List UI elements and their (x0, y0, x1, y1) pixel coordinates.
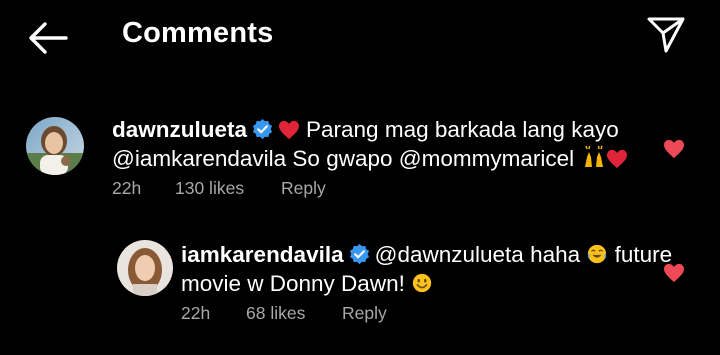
comment-time: 22h (181, 303, 211, 323)
red-heart-emoji-icon (279, 120, 300, 140)
avatar[interactable] (26, 117, 84, 175)
comment-likes[interactable]: 68 likes (246, 303, 305, 324)
verified-badge-icon (252, 118, 273, 140)
mention-link[interactable]: @dawnzulueta (375, 242, 524, 267)
comment-text-line: Parang mag barkada lang kayo (306, 117, 619, 142)
comment-body: dawnzulueta Parang mag barkada lang kayo … (112, 115, 628, 173)
comment-text-line: haha (530, 242, 581, 267)
avatar[interactable] (117, 240, 173, 296)
reply-button[interactable]: Reply (281, 178, 326, 199)
page-title: Comments (122, 17, 274, 49)
comment-likes[interactable]: 130 likes (175, 178, 244, 199)
red-heart-emoji-icon (607, 149, 628, 169)
tears-of-joy-emoji-icon (588, 244, 607, 264)
comment-body: iamkarendavila @dawnzulueta haha future m… (181, 240, 672, 298)
comment-text-line: movie w Donny Dawn! (181, 271, 405, 296)
raising-hands-emoji-icon (585, 145, 604, 167)
comment-text-line: @iamkarendavila So gwapo @mommymaricel (112, 146, 575, 171)
back-arrow-icon[interactable] (26, 18, 70, 58)
comment-username[interactable]: dawnzulueta (112, 117, 247, 142)
comment-time: 22h (112, 178, 142, 198)
like-heart-icon[interactable] (663, 139, 685, 159)
verified-badge-icon (349, 243, 369, 265)
top-bar: Comments (0, 0, 720, 72)
comment-username[interactable]: iamkarendavila (181, 242, 344, 267)
smiling-face-emoji-icon (412, 273, 432, 293)
like-heart-icon[interactable] (663, 263, 685, 283)
send-icon[interactable] (644, 14, 688, 54)
reply-button[interactable]: Reply (342, 303, 387, 324)
